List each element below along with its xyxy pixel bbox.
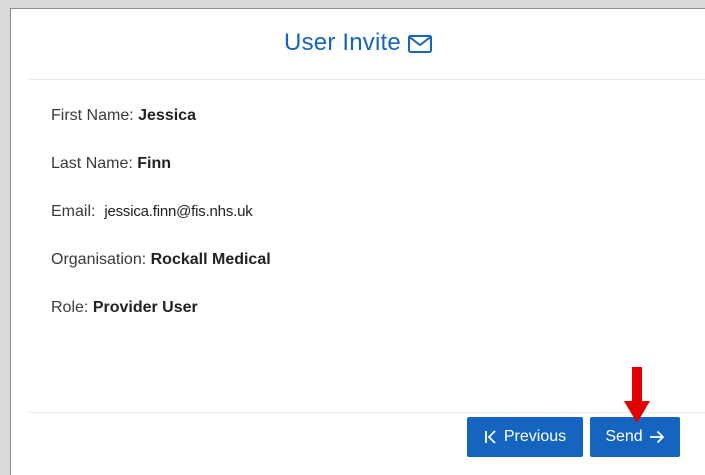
role-label: Role: xyxy=(51,299,89,316)
page-title: User Invite xyxy=(284,29,401,56)
invite-details: First Name: Jessica Last Name: Finn Emai… xyxy=(51,105,271,345)
organisation-row: Organisation: Rockall Medical xyxy=(51,249,271,297)
organisation-value: Rockall Medical xyxy=(150,251,271,268)
first-name-label: First Name: xyxy=(51,107,134,124)
email-value: jessica.finn@fis.nhs.uk xyxy=(104,203,253,220)
header-divider xyxy=(29,79,705,80)
first-name-row: First Name: Jessica xyxy=(51,105,271,153)
envelope-icon xyxy=(407,35,432,53)
send-button-label: Send xyxy=(605,428,643,445)
role-value: Provider User xyxy=(92,299,198,316)
previous-button[interactable]: Previous xyxy=(467,417,583,457)
arrow-right-icon xyxy=(649,430,665,444)
previous-button-label: Previous xyxy=(503,428,567,445)
first-name-value: Jessica xyxy=(138,107,196,124)
role-row: Role: Provider User xyxy=(51,297,271,345)
last-name-row: Last Name: Finn xyxy=(51,153,271,201)
user-invite-dialog: User Invite First Name: Jessica Last Nam… xyxy=(10,8,705,475)
footer-divider xyxy=(29,412,705,413)
email-row: Email: jessica.finn@fis.nhs.uk xyxy=(51,201,271,249)
last-name-value: Finn xyxy=(137,155,172,172)
organisation-label: Organisation: xyxy=(51,251,147,268)
dialog-header: User Invite xyxy=(11,9,705,77)
last-name-label: Last Name: xyxy=(51,155,133,172)
red-down-arrow-icon xyxy=(623,367,651,428)
email-label: Email: xyxy=(51,203,96,220)
skip-back-icon xyxy=(484,429,498,445)
